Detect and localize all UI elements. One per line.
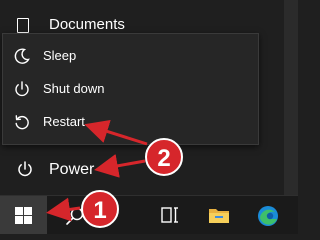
task-view-icon [160, 206, 180, 224]
task-view-button[interactable] [153, 196, 185, 234]
taskbar [0, 195, 298, 234]
power-options-menu: Sleep Shut down Restart [2, 33, 259, 145]
edge-browser-button[interactable] [250, 196, 286, 234]
sleep-menu-item[interactable]: Sleep [3, 40, 258, 72]
search-icon [65, 206, 85, 226]
shut-down-label: Shut down [43, 81, 105, 96]
sleep-label: Sleep [43, 48, 77, 63]
power-icon [13, 80, 31, 98]
restart-icon [13, 113, 31, 131]
search-button[interactable] [58, 196, 92, 234]
restart-menu-item[interactable]: Restart [3, 106, 258, 138]
moon-icon [13, 47, 31, 65]
power-icon [16, 160, 34, 178]
document-icon [17, 18, 29, 33]
shut-down-menu-item[interactable]: Shut down [3, 73, 258, 105]
start-menu-panel: Documents Sleep Shut down Restart Power [0, 0, 298, 195]
windows-start-icon [15, 207, 32, 224]
documents-label: Documents [49, 16, 125, 33]
file-explorer-button[interactable] [201, 196, 237, 234]
file-explorer-icon [208, 205, 230, 225]
start-button[interactable] [0, 196, 47, 234]
power-label: Power [49, 161, 95, 178]
edge-icon [257, 205, 279, 227]
start-menu-tiles-edge [284, 0, 298, 195]
restart-label: Restart [43, 114, 85, 129]
power-button[interactable]: Power [0, 152, 284, 188]
